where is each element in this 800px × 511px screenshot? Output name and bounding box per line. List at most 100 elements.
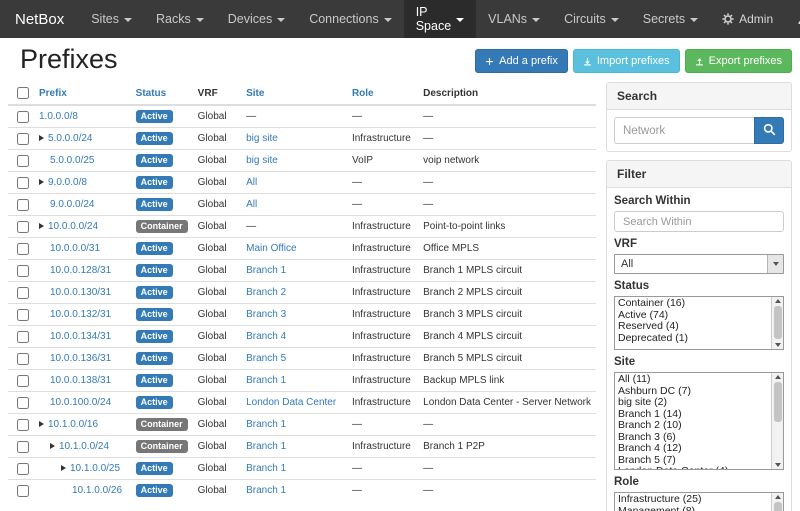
search-button[interactable] xyxy=(754,117,784,144)
nav-item-racks[interactable]: Racks xyxy=(144,0,216,38)
brand-link[interactable]: NetBox xyxy=(0,0,79,38)
nav-item-devices[interactable]: Devices xyxy=(216,0,297,38)
prefix-link[interactable]: 10.0.0.138/31 xyxy=(50,375,111,386)
prefix-link[interactable]: 10.0.0.136/31 xyxy=(50,353,111,364)
site-option[interactable]: Branch 3 (6) xyxy=(618,432,769,444)
prefix-link[interactable]: 10.0.0.134/31 xyxy=(50,331,111,342)
row-checkbox[interactable] xyxy=(17,353,29,365)
column-header-status[interactable]: Status xyxy=(131,82,193,105)
row-checkbox[interactable] xyxy=(17,463,29,475)
vrf-select[interactable]: All xyxy=(614,254,784,274)
prefix-link[interactable]: 10.0.100.0/24 xyxy=(50,397,111,408)
site-link[interactable]: Branch 2 xyxy=(246,287,286,298)
site-listbox[interactable]: All (11)Ashburn DC (7)big site (2)Branch… xyxy=(614,372,784,470)
site-link[interactable]: Branch 5 xyxy=(246,353,286,364)
prefix-link[interactable]: 10.1.0.0/24 xyxy=(59,441,109,452)
role-option[interactable]: Infrastructure (25) xyxy=(618,494,769,506)
column-header-site[interactable]: Site xyxy=(241,82,347,105)
status-option[interactable]: Reserved (4) xyxy=(618,321,769,333)
site-link[interactable]: big site xyxy=(246,155,278,166)
prefix-link[interactable]: 9.0.0.0/24 xyxy=(50,199,94,210)
site-link[interactable]: All xyxy=(246,199,257,210)
row-checkbox[interactable] xyxy=(17,111,29,123)
status-option[interactable]: Container (16) xyxy=(618,298,769,310)
row-checkbox[interactable] xyxy=(17,287,29,299)
site-option[interactable]: Branch 4 (12) xyxy=(618,443,769,455)
search-input[interactable] xyxy=(614,117,754,144)
status-option[interactable]: Active (74) xyxy=(618,310,769,322)
row-checkbox[interactable] xyxy=(17,243,29,255)
role-option[interactable]: Management (8) xyxy=(618,506,769,511)
prefix-link[interactable]: 10.0.0.0/31 xyxy=(50,243,100,254)
prefix-link[interactable]: 10.1.0.0/16 xyxy=(48,419,98,430)
prefix-link[interactable]: 10.0.0.128/31 xyxy=(50,265,111,276)
scroll-down-icon[interactable] xyxy=(775,343,781,347)
nav-item-sites[interactable]: Sites xyxy=(79,0,144,38)
status-scrollbar[interactable] xyxy=(771,297,783,349)
site-link[interactable]: Branch 1 xyxy=(246,419,286,430)
site-option[interactable]: big site (2) xyxy=(618,397,769,409)
role-scrollbar[interactable] xyxy=(771,493,783,511)
row-checkbox[interactable] xyxy=(17,309,29,321)
prefix-link[interactable]: 5.0.0.0/25 xyxy=(50,155,94,166)
row-checkbox[interactable] xyxy=(17,485,29,497)
row-checkbox[interactable] xyxy=(17,155,29,167)
site-option[interactable]: Ashburn DC (7) xyxy=(618,386,769,398)
row-checkbox[interactable] xyxy=(17,199,29,211)
row-checkbox[interactable] xyxy=(17,221,29,233)
nav-item-vlans[interactable]: VLANs xyxy=(476,0,552,38)
scroll-thumb[interactable] xyxy=(774,382,782,422)
row-checkbox[interactable] xyxy=(17,397,29,409)
nav-item-connections[interactable]: Connections xyxy=(297,0,404,38)
scroll-thumb[interactable] xyxy=(774,502,782,511)
site-link[interactable]: Main Office xyxy=(246,243,296,254)
row-checkbox[interactable] xyxy=(17,375,29,387)
prefix-link[interactable]: 1.0.0.0/8 xyxy=(39,111,78,122)
scroll-up-icon[interactable] xyxy=(775,375,781,379)
site-link[interactable]: Branch 1 xyxy=(246,463,286,474)
search-within-input[interactable] xyxy=(614,211,784,232)
row-checkbox[interactable] xyxy=(17,177,29,189)
site-link[interactable]: Branch 1 xyxy=(246,265,286,276)
profile-link[interactable]: Profile xyxy=(785,0,800,38)
site-link[interactable]: Branch 4 xyxy=(246,331,286,342)
site-scrollbar[interactable] xyxy=(771,373,783,469)
nav-item-ip-space[interactable]: IP Space xyxy=(404,0,476,38)
site-option[interactable]: Branch 2 (10) xyxy=(618,420,769,432)
site-link[interactable]: big site xyxy=(246,133,278,144)
site-link[interactable]: Branch 1 xyxy=(246,441,286,452)
site-option[interactable]: Branch 5 (7) xyxy=(618,455,769,467)
nav-item-secrets[interactable]: Secrets xyxy=(631,0,710,38)
prefix-link[interactable]: 10.1.0.0/26 xyxy=(72,485,122,496)
scroll-down-icon[interactable] xyxy=(775,463,781,467)
prefix-link[interactable]: 10.1.0.0/25 xyxy=(70,463,120,474)
status-listbox[interactable]: Container (16)Active (74)Reserved (4)Dep… xyxy=(614,296,784,350)
column-header-role[interactable]: Role xyxy=(347,82,418,105)
scroll-thumb[interactable] xyxy=(774,306,782,339)
column-header-prefix[interactable]: Prefix xyxy=(34,82,131,105)
site-link[interactable]: Branch 3 xyxy=(246,309,286,320)
prefix-link[interactable]: 10.0.0.0/24 xyxy=(48,221,98,232)
site-link[interactable]: Branch 1 xyxy=(246,375,286,386)
select-all-checkbox[interactable] xyxy=(17,87,29,99)
row-checkbox[interactable] xyxy=(17,265,29,277)
prefix-link[interactable]: 9.0.0.0/8 xyxy=(48,177,87,188)
admin-link[interactable]: Admin xyxy=(710,0,785,38)
site-link[interactable]: London Data Center xyxy=(246,397,336,408)
prefix-link[interactable]: 10.0.0.130/31 xyxy=(50,287,111,298)
row-checkbox[interactable] xyxy=(17,419,29,431)
site-option[interactable]: All (11) xyxy=(618,374,769,386)
site-link[interactable]: All xyxy=(246,177,257,188)
row-checkbox[interactable] xyxy=(17,331,29,343)
site-option[interactable]: Branch 1 (14) xyxy=(618,409,769,421)
nav-item-circuits[interactable]: Circuits xyxy=(552,0,631,38)
export-prefixes-button[interactable]: Export prefixes xyxy=(685,49,792,73)
prefix-link[interactable]: 5.0.0.0/24 xyxy=(48,133,92,144)
scroll-up-icon[interactable] xyxy=(775,299,781,303)
row-checkbox[interactable] xyxy=(17,441,29,453)
prefix-link[interactable]: 10.0.0.132/31 xyxy=(50,309,111,320)
import-prefixes-button[interactable]: Import prefixes xyxy=(573,49,680,73)
add-prefix-button[interactable]: Add a prefix xyxy=(475,49,568,73)
row-checkbox[interactable] xyxy=(17,133,29,145)
role-listbox[interactable]: Infrastructure (25)Management (8)Private… xyxy=(614,492,784,511)
